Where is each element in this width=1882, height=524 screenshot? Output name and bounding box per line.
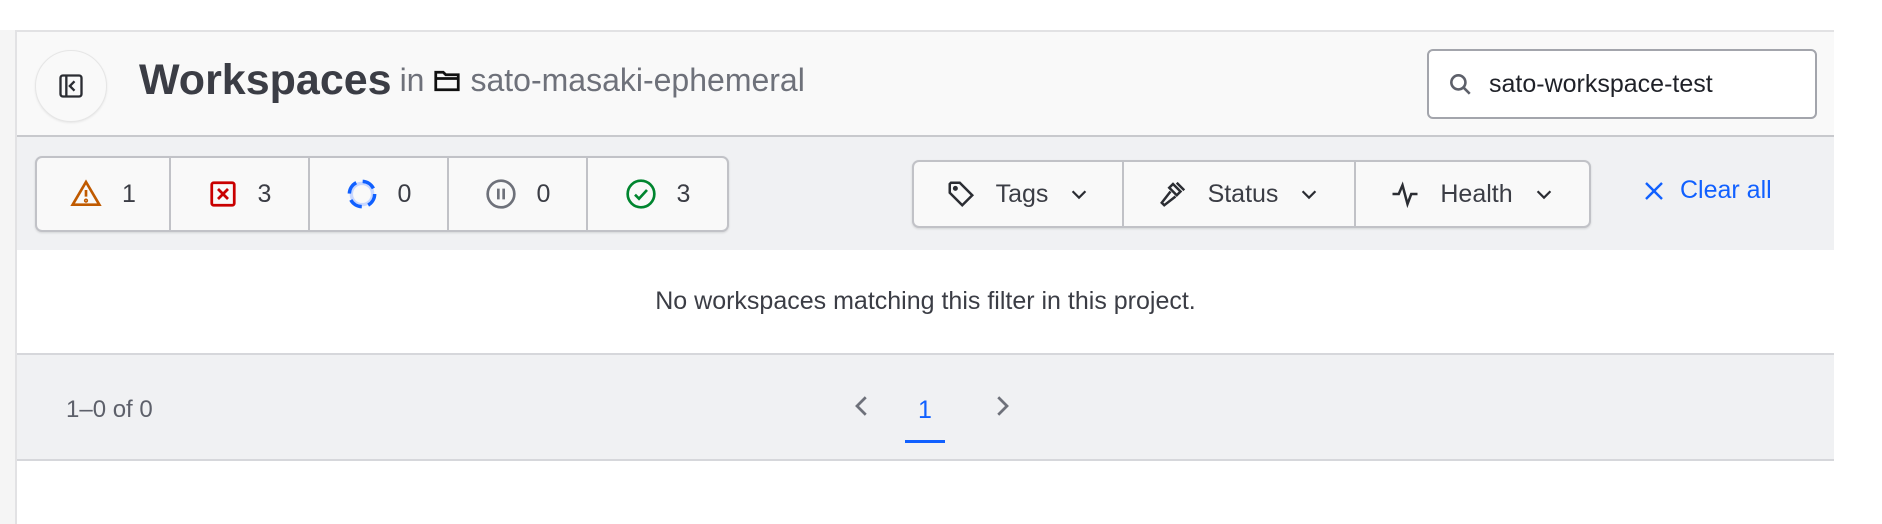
paused-icon bbox=[485, 179, 516, 209]
status-filter-button[interactable]: Status bbox=[1124, 162, 1356, 226]
health-label: Health bbox=[1440, 179, 1513, 208]
clear-all-button[interactable]: Clear all bbox=[1642, 176, 1772, 205]
chevron-left-icon bbox=[855, 396, 867, 416]
hammer-icon bbox=[1159, 181, 1185, 207]
status-label: Status bbox=[1207, 179, 1279, 208]
success-count: 3 bbox=[676, 179, 691, 208]
status-count-group: 1 3 0 0 3 bbox=[35, 156, 729, 232]
project-link[interactable]: sato-masaki-ephemeral bbox=[470, 62, 804, 99]
pagination-range: 1–0 of 0 bbox=[66, 396, 153, 423]
chevron-down-icon bbox=[1536, 190, 1551, 200]
status-error-button[interactable]: 3 bbox=[171, 158, 310, 230]
error-icon bbox=[209, 181, 236, 207]
running-icon bbox=[347, 179, 376, 209]
success-icon bbox=[625, 179, 656, 209]
warning-count: 1 bbox=[122, 179, 136, 208]
sidebar-edge bbox=[0, 30, 17, 524]
chevron-down-icon bbox=[1072, 190, 1087, 200]
paused-count: 0 bbox=[536, 179, 551, 208]
sidebar-collapse-icon bbox=[59, 74, 83, 98]
running-count: 0 bbox=[397, 179, 412, 208]
title-text: Workspaces bbox=[139, 56, 392, 104]
page-title: Workspaces in sato-masaki-ephemeral bbox=[139, 56, 805, 105]
status-paused-button[interactable]: 0 bbox=[449, 158, 588, 230]
status-success-button[interactable]: 3 bbox=[588, 158, 727, 230]
page-1-button[interactable]: 1 bbox=[905, 385, 945, 443]
tag-icon bbox=[948, 181, 974, 208]
title-in: in bbox=[399, 62, 425, 98]
clear-all-label: Clear all bbox=[1680, 176, 1772, 204]
search-icon bbox=[1450, 74, 1471, 95]
search-input[interactable] bbox=[1489, 69, 1789, 99]
tags-filter-button[interactable]: Tags bbox=[914, 162, 1124, 226]
next-page-button[interactable] bbox=[987, 391, 1017, 426]
status-running-button[interactable]: 0 bbox=[310, 158, 449, 230]
tags-label: Tags bbox=[995, 179, 1049, 208]
close-icon bbox=[1645, 181, 1663, 200]
chevron-right-icon bbox=[997, 396, 1009, 416]
search-field[interactable] bbox=[1427, 49, 1817, 119]
chevron-down-icon bbox=[1302, 190, 1317, 200]
activity-icon bbox=[1392, 181, 1418, 209]
health-filter-button[interactable]: Health bbox=[1356, 162, 1589, 226]
previous-page-button[interactable] bbox=[847, 391, 877, 426]
error-count: 3 bbox=[257, 179, 272, 208]
filter-dropdown-group: Tags Status Health bbox=[912, 160, 1591, 228]
folder-icon bbox=[434, 70, 461, 91]
sidebar-toggle-button[interactable] bbox=[35, 50, 107, 122]
status-warning-button[interactable]: 1 bbox=[37, 158, 171, 230]
warning-icon bbox=[70, 179, 102, 206]
empty-state-message: No workspaces matching this filter in th… bbox=[17, 250, 1834, 355]
pagination-bar: 1–0 of 0 1 bbox=[17, 355, 1834, 461]
